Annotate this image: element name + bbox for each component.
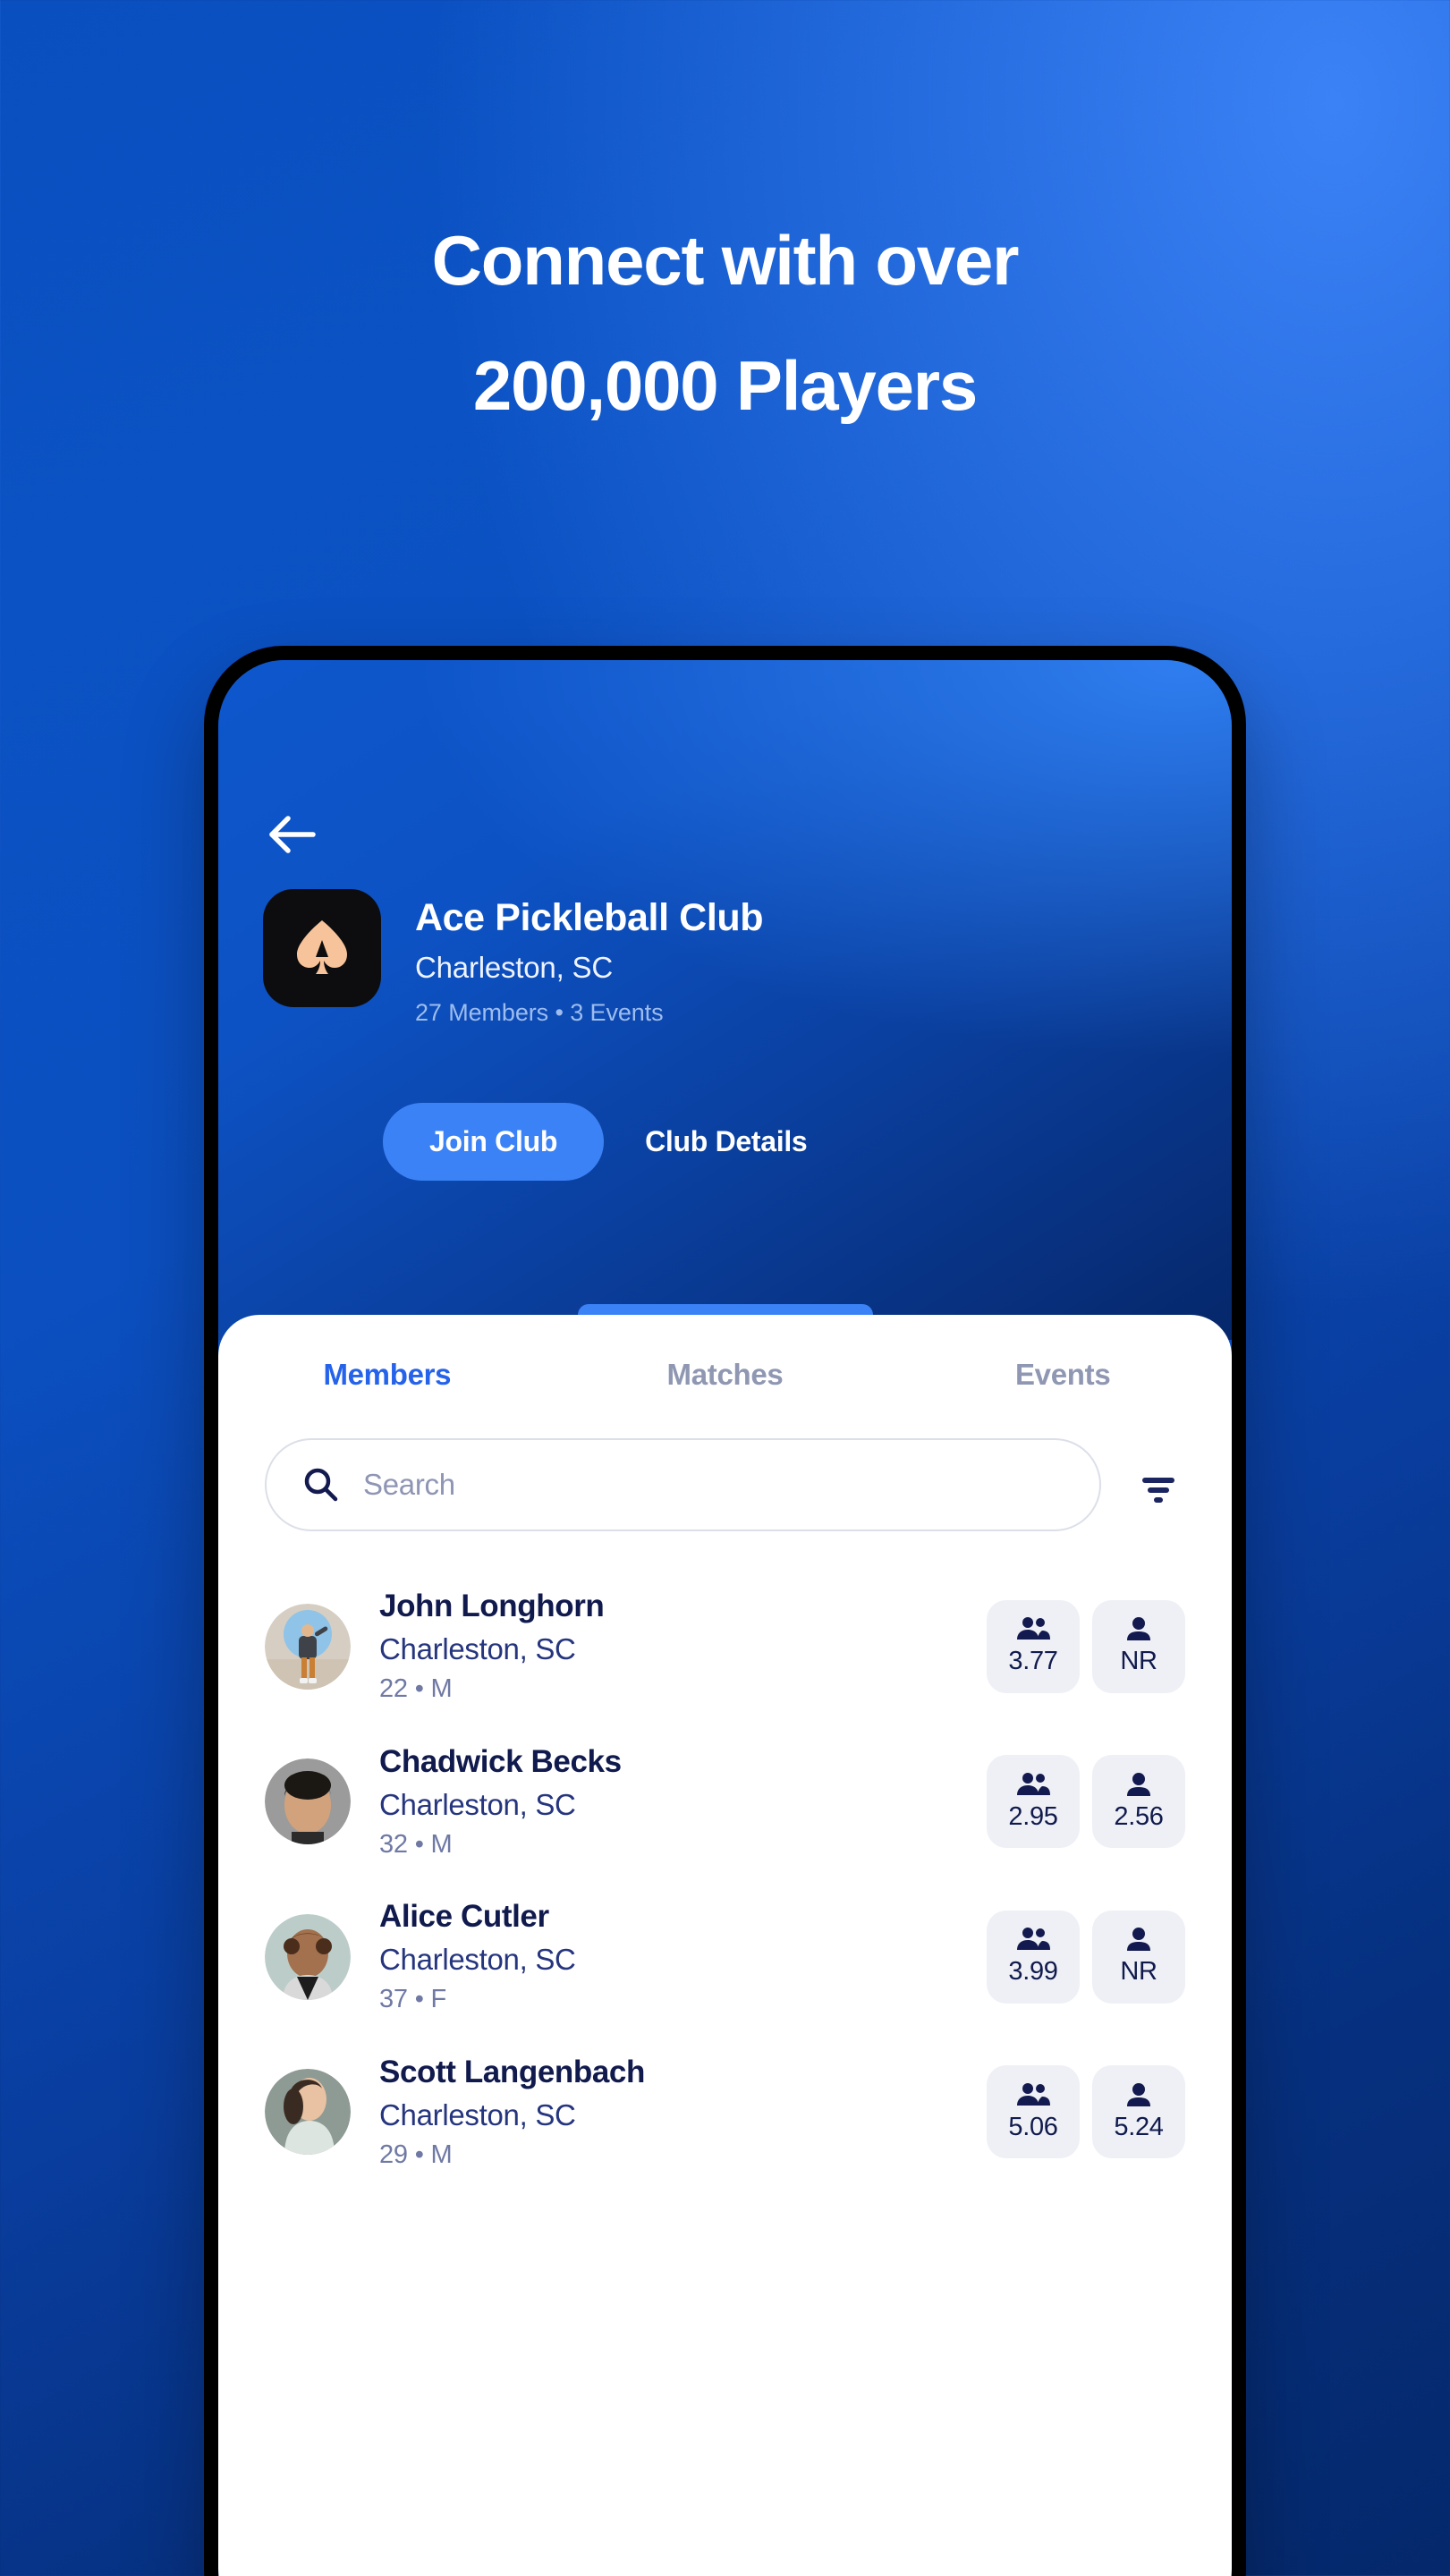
member-location: Charleston, SC [379, 1632, 576, 1666]
tab-members[interactable]: Members [218, 1358, 556, 1392]
back-button[interactable] [265, 812, 320, 857]
club-logo [263, 889, 381, 1007]
headline-line-1: Connect with over [431, 221, 1020, 300]
member-info: Chadwick Becks Charleston, SC 32 • M [351, 1744, 987, 1860]
member-age-gender: 22 • M [379, 1674, 453, 1704]
list-item[interactable]: Scott Langenbach Charleston, SC 29 • M 5… [218, 2035, 1232, 2190]
singles-rating-value: NR [1120, 1957, 1157, 1987]
member-location: Charleston, SC [379, 2097, 576, 2131]
avatar-image [265, 1603, 351, 1690]
list-item[interactable]: Alice Cutler Charleston, SC 37 • F 3.99 … [218, 1879, 1232, 2035]
member-name: Alice Cutler [379, 1899, 549, 1935]
avatar [265, 1603, 351, 1690]
member-age-gender: 29 • M [379, 2140, 453, 2169]
member-age-gender: 32 • M [379, 1829, 453, 1859]
doubles-rating-value: 3.99 [1008, 1957, 1058, 1987]
doubles-rating-badge: 3.77 [987, 1599, 1080, 1693]
tab-events[interactable]: Events [894, 1358, 1232, 1392]
avatar [265, 1758, 351, 1845]
member-ratings: 3.77 NR [987, 1599, 1185, 1693]
search-icon [304, 1468, 338, 1502]
club-details-button[interactable]: Club Details [615, 1103, 837, 1181]
arrow-left-icon [269, 816, 316, 853]
club-summary: Ace Pickleball Club Charleston, SC 27 Me… [263, 889, 764, 1027]
singles-rating-value: 2.56 [1114, 1801, 1164, 1831]
member-info: Alice Cutler Charleston, SC 37 • F [351, 1899, 987, 2015]
avatar-image [265, 1758, 351, 1845]
avatar-image [265, 1913, 351, 2000]
singles-rating-value: NR [1120, 1647, 1157, 1676]
doubles-rating-value: 2.95 [1008, 1801, 1058, 1831]
person-icon [1127, 1772, 1150, 1796]
singles-rating-badge: 2.56 [1092, 1755, 1185, 1849]
members-list: John Longhorn Charleston, SC 22 • M 3.77… [218, 1531, 1232, 2190]
doubles-rating-badge: 2.95 [987, 1755, 1080, 1849]
club-meta: Ace Pickleball Club Charleston, SC 27 Me… [415, 889, 764, 1027]
member-ratings: 2.95 2.56 [987, 1755, 1185, 1849]
singles-rating-value: 5.24 [1114, 2112, 1164, 2141]
search-input[interactable]: Search [265, 1438, 1101, 1531]
search-row: Search [218, 1392, 1232, 1531]
singles-rating-badge: NR [1092, 1599, 1185, 1693]
promo-headline: Connect with over 200,000 Players [0, 225, 1450, 420]
doubles-rating-badge: 3.99 [987, 1910, 1080, 2004]
filter-button[interactable] [1132, 1458, 1185, 1512]
member-location: Charleston, SC [379, 1787, 576, 1821]
people-icon [1017, 1928, 1050, 1951]
person-icon [1127, 1617, 1150, 1641]
list-item[interactable]: John Longhorn Charleston, SC 22 • M 3.77… [218, 1569, 1232, 1724]
people-icon [1017, 1617, 1050, 1640]
member-location: Charleston, SC [379, 1943, 576, 1977]
doubles-rating-badge: 5.06 [987, 2065, 1080, 2159]
member-age-gender: 37 • F [379, 1985, 447, 2014]
club-action-buttons: Join Club Club Details [383, 1103, 837, 1181]
doubles-rating-value: 5.06 [1008, 2112, 1058, 2141]
tab-matches[interactable]: Matches [556, 1358, 895, 1392]
person-icon [1127, 2082, 1150, 2106]
list-item[interactable]: Chadwick Becks Charleston, SC 32 • M 2.9… [218, 1724, 1232, 1880]
member-name: John Longhorn [379, 1589, 605, 1623]
search-placeholder: Search [363, 1468, 455, 1501]
member-info: John Longhorn Charleston, SC 22 • M [351, 1589, 987, 1705]
doubles-rating-value: 3.77 [1008, 1647, 1058, 1676]
club-location: Charleston, SC [415, 951, 613, 985]
singles-rating-badge: NR [1092, 1910, 1185, 2004]
content-sheet: Members Matches Events Search John Longh… [218, 1315, 1232, 2576]
member-name: Chadwick Becks [379, 1743, 622, 1779]
club-name: Ace Pickleball Club [415, 896, 764, 939]
spade-icon [297, 920, 347, 974]
phone-mockup: Ace Pickleball Club Charleston, SC 27 Me… [204, 646, 1246, 2576]
member-name: Scott Langenbach [379, 2054, 645, 2089]
avatar [265, 1913, 351, 2000]
club-header: Ace Pickleball Club Charleston, SC 27 Me… [218, 660, 1232, 1340]
singles-rating-badge: 5.24 [1092, 2065, 1185, 2159]
phone-screen: Ace Pickleball Club Charleston, SC 27 Me… [218, 660, 1232, 2576]
member-ratings: 3.99 NR [987, 1910, 1185, 2004]
avatar-image [265, 2069, 351, 2156]
tab-bar: Members Matches Events [218, 1315, 1232, 1392]
person-icon [1127, 1928, 1150, 1952]
filter-icon [1142, 1478, 1174, 1503]
headline-line-2: 200,000 Players [472, 346, 978, 425]
join-club-button[interactable]: Join Club [383, 1103, 605, 1181]
club-stats: 27 Members • 3 Events [415, 999, 664, 1027]
avatar [265, 2069, 351, 2156]
people-icon [1017, 2082, 1050, 2106]
member-ratings: 5.06 5.24 [987, 2065, 1185, 2159]
member-info: Scott Langenbach Charleston, SC 29 • M [351, 2055, 987, 2171]
people-icon [1017, 1772, 1050, 1795]
